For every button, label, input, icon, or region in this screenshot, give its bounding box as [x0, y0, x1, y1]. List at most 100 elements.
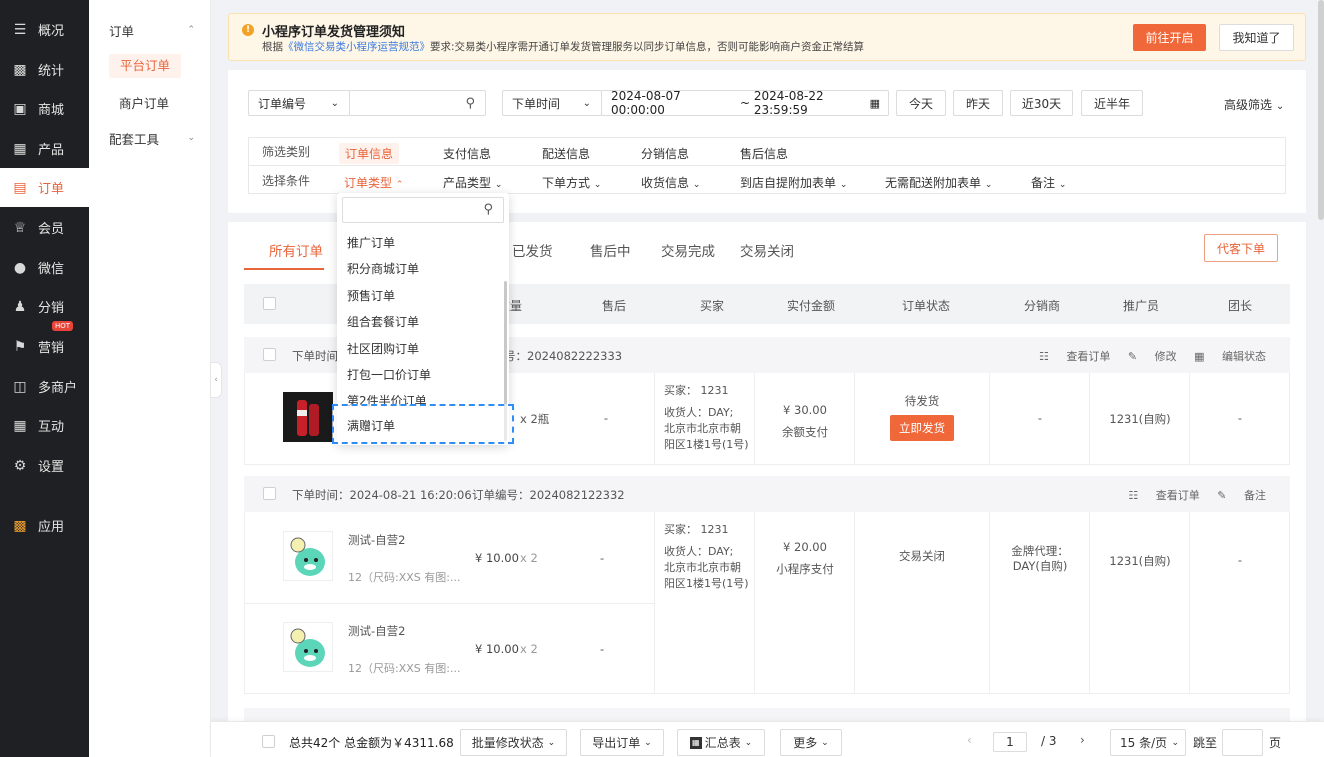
acknowledge-button[interactable]: 我知道了 [1219, 24, 1294, 51]
sidebar-item-distribution[interactable]: ♟ 分销 [0, 287, 89, 326]
sidebar-item-overview[interactable]: ☰ 概况 [0, 10, 89, 49]
page-scrollbar[interactable] [1318, 0, 1324, 220]
app-grid-icon: ▩ [13, 517, 27, 534]
export-orders-button[interactable]: 导出订单 ⌄ [580, 729, 664, 756]
tab-all-orders[interactable]: 所有订单 [269, 240, 323, 260]
next-page-button[interactable]: › [1080, 733, 1085, 747]
sidebar-item-marketing[interactable]: ⚑ 营销 HOT [0, 321, 89, 366]
time-type-select[interactable]: 下单时间 ⌄ [502, 90, 602, 116]
sidebar-item-mall[interactable]: ▣ 商城 [0, 89, 89, 128]
sidebar-item-settings[interactable]: ⚙ 设置 [0, 446, 89, 485]
last-30-days-button[interactable]: 近30天 [1010, 90, 1073, 116]
sidebar-item-products[interactable]: ▦ 产品 [0, 129, 89, 168]
view-order-link[interactable]: ☷ 查看订单 [1128, 489, 1199, 502]
sidebar-item-apps[interactable]: ▩ 应用 [0, 506, 89, 545]
last-half-year-button[interactable]: 近半年 [1081, 90, 1143, 116]
submenu-group-tools[interactable]: 配套工具 ⌄ [89, 124, 211, 152]
condition-receiving-info[interactable]: 收货信息 ⌄ [641, 174, 700, 191]
sidebar-item-multi-merchant[interactable]: ◫ 多商户 [0, 367, 89, 406]
category-payment-info[interactable]: 支付信息 [443, 145, 491, 162]
dropdown-search-input[interactable]: ⚲ [342, 197, 504, 223]
ship-now-button[interactable]: 立即发货 [890, 415, 954, 441]
notice-banner: ! 小程序订单发货管理须知 根据《微信交易类小程序运营规范》要求:交易类小程序需… [228, 13, 1306, 61]
select-all-checkbox[interactable] [263, 297, 276, 310]
more-button[interactable]: 更多 ⌄ [780, 729, 842, 756]
yesterday-button[interactable]: 昨天 [953, 90, 1003, 116]
tab-completed[interactable]: 交易完成 [661, 240, 715, 260]
chevron-down-icon: ⌄ [1058, 180, 1067, 190]
divider [1089, 512, 1090, 693]
field-select[interactable]: 订单编号 ⌄ [248, 90, 350, 116]
tab-aftersale[interactable]: 售后中 [590, 240, 631, 260]
order-actions: ☷ 查看订单 ✎ 备注 [1114, 487, 1266, 503]
product-image[interactable] [283, 622, 333, 672]
prev-page-button[interactable]: ‹ [967, 733, 972, 747]
page-size-select[interactable]: 15 条/页 ⌄ [1110, 729, 1186, 756]
condition-pickup-form[interactable]: 到店自提附加表单 ⌄ [740, 174, 847, 191]
proxy-order-button[interactable]: 代客下单 [1204, 234, 1278, 262]
condition-product-type[interactable]: 产品类型 ⌄ [443, 174, 502, 191]
submenu-item-merchant-orders[interactable]: 商户订单 [89, 88, 211, 116]
condition-no-delivery-form[interactable]: 无需配送附加表单 ⌄ [885, 174, 992, 191]
users-icon: ♟ [13, 298, 27, 315]
order-actions: ☷ 查看订单 ✎ 修改 ▦ 编辑状态 [1025, 348, 1266, 364]
sidebar-item-wechat[interactable]: ● 微信 [0, 248, 89, 287]
edit-order-link[interactable]: ✎ 修改 [1128, 350, 1177, 363]
category-distribution-info[interactable]: 分销信息 [641, 145, 689, 162]
condition-remark[interactable]: 备注 ⌄ [1031, 174, 1066, 191]
dropdown-option-highlighted[interactable]: 满赠订单 [332, 404, 514, 444]
dropdown-option[interactable]: 预售订单 [347, 287, 395, 304]
submenu-item-platform-orders[interactable]: 平台订单 [89, 52, 211, 80]
filter-category-row: 筛选类别 订单信息 支付信息 配送信息 分销信息 售后信息 [249, 138, 1285, 166]
chevron-down-icon: ⌄ [821, 737, 829, 748]
distributor-cell: 金牌代理： DAY(自购) [1011, 544, 1069, 573]
category-order-info[interactable]: 订单信息 [339, 143, 400, 164]
dropdown-option[interactable]: 打包一口价订单 [347, 366, 431, 383]
divider [854, 512, 855, 693]
divider [989, 512, 990, 693]
tab-closed[interactable]: 交易关闭 [740, 240, 794, 260]
dropdown-option[interactable]: 社区团购订单 [347, 340, 419, 357]
date-range-picker[interactable]: 2024-08-07 00:00:00 ~ 2024-08-22 23:59:5… [601, 89, 889, 117]
view-order-link[interactable]: ☷ 查看订单 [1039, 350, 1110, 363]
edit-status-link[interactable]: ▦ 编辑状态 [1194, 350, 1266, 363]
dropdown-option[interactable]: 积分商城订单 [347, 260, 419, 277]
sidebar-item-orders[interactable]: ▤ 订单 [0, 168, 89, 207]
calendar-icon: ▦ [869, 96, 880, 110]
product-image[interactable] [283, 531, 333, 581]
batch-status-button[interactable]: 批量修改状态 ⌄ [460, 729, 567, 756]
remark-link[interactable]: ✎ 备注 [1217, 489, 1266, 502]
rules-link[interactable]: 《微信交易类小程序运营规范》 [283, 41, 430, 53]
tab-shipped[interactable]: 已发货 [512, 240, 553, 260]
go-enable-button[interactable]: 前往开启 [1133, 24, 1206, 51]
product-thumbnail [283, 392, 333, 442]
category-delivery-info[interactable]: 配送信息 [542, 145, 590, 162]
submenu-group-orders[interactable]: 订单 ⌃ [89, 16, 211, 44]
category-aftersale-info[interactable]: 售后信息 [740, 145, 788, 162]
notice-title: 小程序订单发货管理须知 [262, 25, 406, 40]
condition-order-method[interactable]: 下单方式 ⌄ [542, 174, 601, 191]
buyer-info: 买家： 1231 收货人：DAY; 北京市北京市朝 阳区1楼1号(1号) [664, 523, 749, 590]
search-input[interactable]: ⚲ [349, 90, 486, 116]
search-icon: ⚲ [483, 202, 493, 217]
footer-select-all-checkbox[interactable] [262, 735, 275, 748]
dropdown-option[interactable]: 推广订单 [347, 234, 395, 251]
advanced-filter-toggle[interactable]: 高级筛选 ⌄ [1224, 96, 1284, 113]
sidebar-item-stats[interactable]: ▩ 统计 [0, 50, 89, 89]
summary-report-button[interactable]: ▦ 汇总表 ⌄ [677, 729, 765, 756]
order-checkbox[interactable] [263, 487, 276, 500]
today-button[interactable]: 今天 [896, 90, 946, 116]
shop-icon: ◫ [13, 378, 27, 395]
page-input[interactable]: 1 [993, 732, 1027, 752]
jump-page-input[interactable] [1222, 729, 1263, 756]
order-checkbox[interactable] [263, 348, 276, 361]
sidebar-item-members[interactable]: ♕ 会员 [0, 208, 89, 247]
chevron-down-icon: ⌄ [330, 97, 339, 109]
collapse-sidebar-button[interactable]: ‹ [210, 362, 222, 398]
chevron-up-icon: ⌃ [187, 25, 195, 35]
sidebar-item-interaction[interactable]: ▦ 互动 [0, 406, 89, 445]
product-image[interactable] [283, 392, 333, 442]
dropdown-option[interactable]: 组合套餐订单 [347, 313, 419, 330]
condition-order-type[interactable]: 订单类型 ⌃ [344, 174, 403, 191]
divider [245, 603, 654, 604]
